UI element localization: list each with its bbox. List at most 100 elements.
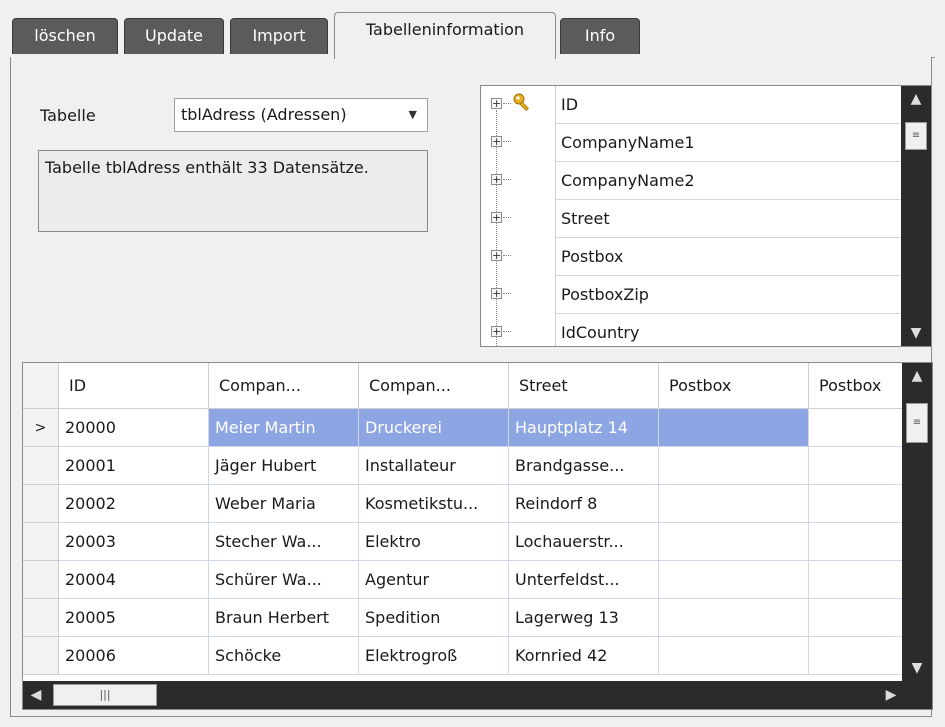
cell-companyname1[interactable]: Weber Maria xyxy=(209,485,359,523)
scroll-thumb[interactable]: ≡ xyxy=(905,122,927,150)
table-row[interactable]: 20004 Schürer Wa... Agentur Unterfeldst.… xyxy=(23,561,904,599)
cell-companyname1[interactable]: Schöcke xyxy=(209,637,359,675)
cell-street[interactable]: Brandgasse... xyxy=(509,447,659,485)
field-tree[interactable]: + ID + CompanyName1 + CompanyName2 + Str… xyxy=(480,85,932,347)
expand-icon[interactable]: + xyxy=(491,288,502,299)
dropdown-arrow-icon[interactable]: ▼ xyxy=(409,99,417,131)
cell-postbox[interactable] xyxy=(659,447,809,485)
scroll-down-icon[interactable]: ▼ xyxy=(901,320,931,346)
column-header-street[interactable]: Street xyxy=(509,363,659,409)
cell-postboxzip[interactable] xyxy=(809,561,904,599)
row-indicator[interactable] xyxy=(23,561,59,599)
cell-street[interactable]: Kornried 42 xyxy=(509,637,659,675)
expand-icon[interactable]: + xyxy=(491,174,502,185)
tab-tabelleninformation[interactable]: Tabelleninformation xyxy=(334,12,556,59)
cell-companyname1[interactable]: Schürer Wa... xyxy=(209,561,359,599)
column-header-id[interactable]: ID xyxy=(59,363,209,409)
table-row[interactable]: 20005 Braun Herbert Spedition Lagerweg 1… xyxy=(23,599,904,637)
expand-icon[interactable]: + xyxy=(491,326,502,337)
tree-item[interactable]: + CompanyName2 xyxy=(481,162,903,200)
row-indicator[interactable]: > xyxy=(23,409,59,447)
tree-item[interactable]: + Street xyxy=(481,200,903,238)
table-row[interactable]: 20003 Stecher Wa... Elektro Lochauerstr.… xyxy=(23,523,904,561)
row-indicator[interactable] xyxy=(23,485,59,523)
cell-companyname2[interactable]: Kosmetikstu... xyxy=(359,485,509,523)
data-grid[interactable]: ID Compan... Compan... Street Postbox Po… xyxy=(22,362,933,710)
table-label: Tabelle xyxy=(40,106,96,125)
table-row[interactable]: 20001 Jäger Hubert Installateur Brandgas… xyxy=(23,447,904,485)
scroll-right-icon[interactable]: ▶ xyxy=(878,681,904,709)
tab-update[interactable]: Update xyxy=(124,18,224,54)
cell-postboxzip[interactable] xyxy=(809,447,904,485)
tree-item[interactable]: + CompanyName1 xyxy=(481,124,903,162)
expand-icon[interactable]: + xyxy=(491,250,502,261)
cell-companyname2[interactable]: Druckerei xyxy=(359,409,509,447)
table-row[interactable]: > 20000 Meier Martin Druckerei Hauptplat… xyxy=(23,409,904,447)
cell-id[interactable]: 20004 xyxy=(59,561,209,599)
key-icon xyxy=(513,93,529,112)
cell-companyname2[interactable]: Installateur xyxy=(359,447,509,485)
cell-id[interactable]: 20002 xyxy=(59,485,209,523)
scroll-up-icon[interactable]: ▲ xyxy=(902,363,932,389)
expand-icon[interactable]: + xyxy=(491,98,502,109)
scroll-thumb[interactable]: ||| xyxy=(53,684,157,706)
column-header-postbox[interactable]: Postbox xyxy=(659,363,809,409)
cell-street[interactable]: Unterfeldst... xyxy=(509,561,659,599)
cell-companyname2[interactable]: Elektrogroß xyxy=(359,637,509,675)
cell-companyname1[interactable]: Braun Herbert xyxy=(209,599,359,637)
tree-item[interactable]: + PostboxZip xyxy=(481,276,903,314)
cell-street[interactable]: Lochauerstr... xyxy=(509,523,659,561)
expand-icon[interactable]: + xyxy=(491,212,502,223)
row-indicator[interactable] xyxy=(23,447,59,485)
cell-id[interactable]: 20001 xyxy=(59,447,209,485)
expand-icon[interactable]: + xyxy=(491,136,502,147)
cell-postbox[interactable] xyxy=(659,637,809,675)
tree-item[interactable]: + IdCountry xyxy=(481,314,903,346)
cell-companyname1[interactable]: Jäger Hubert xyxy=(209,447,359,485)
cell-companyname2[interactable]: Spedition xyxy=(359,599,509,637)
cell-postbox[interactable] xyxy=(659,523,809,561)
row-indicator[interactable] xyxy=(23,599,59,637)
scroll-up-icon[interactable]: ▲ xyxy=(901,86,931,112)
tab-bar: löschen Update Import Tabelleninformatio… xyxy=(0,0,945,59)
cell-postboxzip[interactable] xyxy=(809,599,904,637)
tab-info[interactable]: Info xyxy=(560,18,640,54)
cell-postboxzip[interactable] xyxy=(809,637,904,675)
cell-id[interactable]: 20005 xyxy=(59,599,209,637)
scroll-left-icon[interactable]: ◀ xyxy=(23,681,49,709)
tree-item[interactable]: + ID xyxy=(481,86,903,124)
tab-import[interactable]: Import xyxy=(230,18,328,54)
cell-id[interactable]: 20000 xyxy=(59,409,209,447)
cell-postbox[interactable] xyxy=(659,599,809,637)
cell-postbox[interactable] xyxy=(659,485,809,523)
cell-postboxzip[interactable] xyxy=(809,523,904,561)
cell-id[interactable]: 20003 xyxy=(59,523,209,561)
cell-street[interactable]: Reindorf 8 xyxy=(509,485,659,523)
table-row[interactable]: 20006 Schöcke Elektrogroß Kornried 42 xyxy=(23,637,904,675)
cell-companyname1[interactable]: Meier Martin xyxy=(209,409,359,447)
cell-id[interactable]: 20006 xyxy=(59,637,209,675)
row-indicator[interactable] xyxy=(23,637,59,675)
grid-vertical-scrollbar[interactable]: ▲ ≡ ▼ xyxy=(902,363,932,681)
tree-vertical-scrollbar[interactable]: ▲ ≡ ▼ xyxy=(901,86,931,346)
cell-companyname2[interactable]: Agentur xyxy=(359,561,509,599)
cell-street[interactable]: Hauptplatz 14 xyxy=(509,409,659,447)
scroll-down-icon[interactable]: ▼ xyxy=(902,655,932,681)
cell-postbox[interactable] xyxy=(659,409,809,447)
tree-item[interactable]: + Postbox xyxy=(481,238,903,276)
column-header-postboxzip[interactable]: Postbox xyxy=(809,363,904,409)
cell-companyname1[interactable]: Stecher Wa... xyxy=(209,523,359,561)
table-row[interactable]: 20002 Weber Maria Kosmetikstu... Reindor… xyxy=(23,485,904,523)
cell-postbox[interactable] xyxy=(659,561,809,599)
cell-street[interactable]: Lagerweg 13 xyxy=(509,599,659,637)
cell-postboxzip[interactable] xyxy=(809,409,904,447)
grid-horizontal-scrollbar[interactable]: ◀ ||| ▶ xyxy=(23,681,904,709)
cell-companyname2[interactable]: Elektro xyxy=(359,523,509,561)
cell-postboxzip[interactable] xyxy=(809,485,904,523)
scroll-thumb[interactable]: ≡ xyxy=(906,403,928,443)
table-select[interactable]: tblAdress (Adressen) ▼ xyxy=(174,98,428,132)
column-header-companyname2[interactable]: Compan... xyxy=(359,363,509,409)
column-header-companyname1[interactable]: Compan... xyxy=(209,363,359,409)
tab-loeschen[interactable]: löschen xyxy=(12,18,118,54)
row-indicator[interactable] xyxy=(23,523,59,561)
